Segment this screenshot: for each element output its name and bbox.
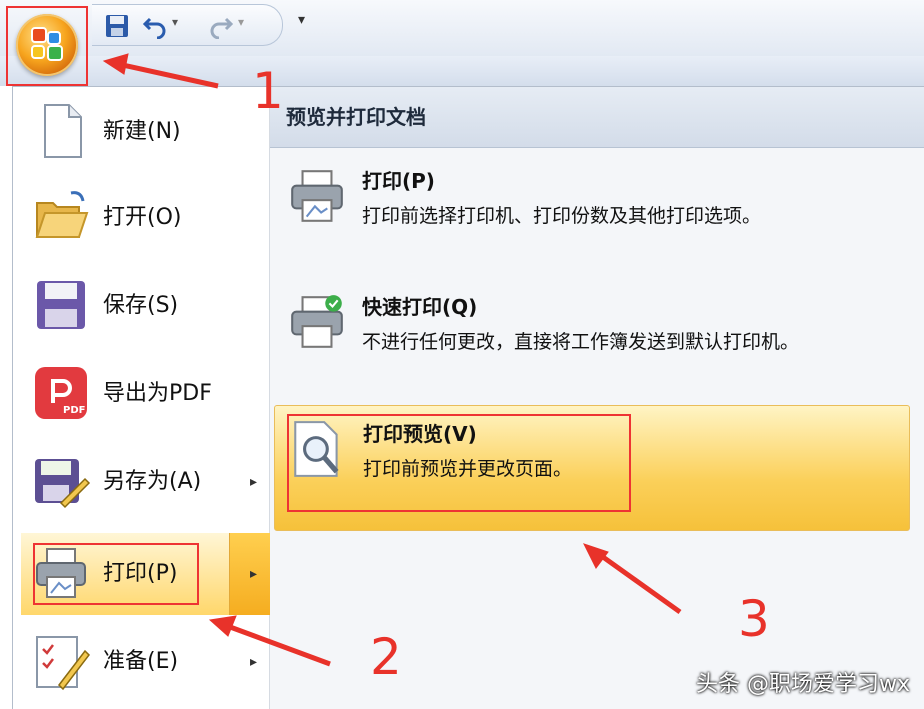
submenu-item-quick-print[interactable]: 快速打印(Q) 不进行任何更改，直接将工作簿发送到默认打印机。 (274, 279, 908, 399)
submenu-item-description: 打印前选择打印机、打印份数及其他打印选项。 (362, 205, 762, 227)
menu-item-label: 新建(N) (103, 119, 181, 144)
printer-icon (291, 170, 343, 222)
ribbon-band (0, 56, 924, 86)
redo-icon[interactable] (208, 13, 234, 39)
watermark: 头条 @职场爱学习wx (695, 672, 910, 697)
menu-item-export-pdf[interactable]: PDF 导出为PDF (21, 353, 269, 435)
undo-dropdown-icon[interactable]: ▾ (172, 15, 178, 29)
submenu-item-description: 不进行任何更改，直接将工作簿发送到默认打印机。 (362, 331, 800, 353)
new-document-icon (44, 104, 82, 158)
save-floppy-icon (37, 281, 85, 329)
save-as-icon (35, 459, 91, 509)
submenu-arrow-icon: ▸ (249, 654, 257, 670)
menu-item-label: 导出为PDF (103, 381, 212, 406)
menu-item-new[interactable]: 新建(N) (21, 91, 269, 173)
menu-item-print[interactable]: 打印(P) ▸ (21, 533, 270, 615)
submenu-item-print-preview[interactable]: 打印预览(V) 打印前预览并更改页面。 (274, 405, 910, 531)
annotation-highlight-preview (287, 414, 631, 512)
menu-item-save-as[interactable]: 另存为(A) ▸ (21, 441, 269, 523)
submenu-item-print[interactable]: 打印(P) 打印前选择打印机、打印份数及其他打印选项。 (274, 153, 908, 273)
title-bar: ▾ ▾ ▾ (0, 0, 924, 57)
office-menu-commands: 新建(N) 打开(O) 保存(S) PDF 导出为PDF 另存为(A) ▸ 打印… (13, 87, 270, 709)
menu-item-open[interactable]: 打开(O) (21, 177, 269, 259)
prepare-icon (36, 636, 90, 691)
submenu-item-title: 快速打印(Q) (362, 295, 478, 319)
office-menu: 新建(N) 打开(O) 保存(S) PDF 导出为PDF 另存为(A) ▸ 打印… (12, 86, 924, 709)
annotation-number-3: 3 (738, 590, 770, 648)
print-submenu: 预览并打印文档 打印(P) 打印前选择打印机、打印份数及其他打印选项。 快速打印… (270, 87, 924, 709)
submenu-arrow-icon: ▸ (249, 474, 257, 490)
office-button[interactable] (6, 6, 88, 86)
submenu-header-title: 预览并打印文档 (286, 105, 426, 129)
quick-print-icon (291, 295, 343, 348)
submenu-arrow-icon: ▸ (249, 566, 257, 582)
office-logo-icon (16, 14, 78, 76)
save-icon[interactable] (104, 13, 130, 39)
submenu-item-title: 打印(P) (362, 169, 435, 193)
redo-dropdown-icon[interactable]: ▾ (238, 15, 244, 29)
menu-item-label: 准备(E) (103, 649, 179, 674)
annotation-highlight-print (33, 543, 199, 605)
menu-item-label: 另存为(A) (103, 469, 202, 494)
annotation-number-2: 2 (370, 628, 402, 686)
menu-item-save[interactable]: 保存(S) (21, 265, 269, 347)
quick-access-toolbar: ▾ ▾ (92, 4, 283, 46)
menu-item-label: 保存(S) (103, 293, 179, 318)
open-folder-icon (35, 191, 89, 238)
annotation-number-1: 1 (252, 62, 284, 120)
menu-item-label: 打开(O) (103, 205, 182, 230)
menu-item-prepare[interactable]: 准备(E) ▸ (21, 621, 269, 703)
submenu-header: 预览并打印文档 (270, 87, 924, 148)
pdf-badge-text: PDF (63, 405, 85, 416)
undo-icon[interactable] (142, 13, 168, 39)
qat-customize-icon[interactable]: ▾ (298, 12, 305, 28)
pdf-export-icon: PDF (35, 367, 87, 419)
